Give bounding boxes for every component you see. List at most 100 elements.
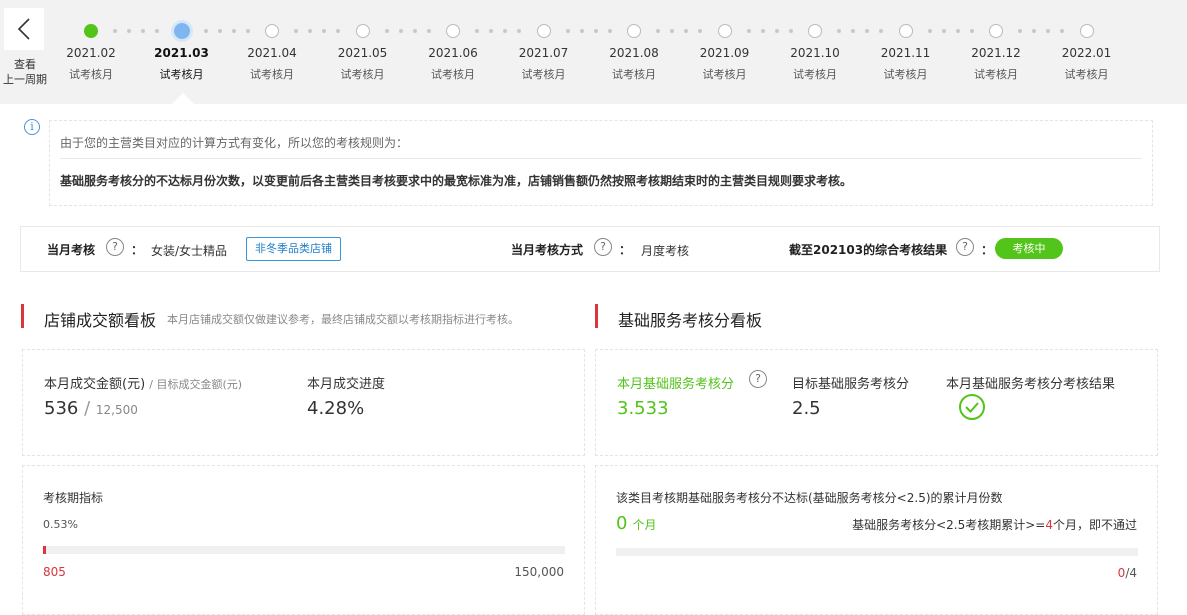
timeline-connector-dot: [684, 29, 689, 33]
cumulative-ratio: 0/4: [1118, 566, 1137, 580]
timeline-month-label[interactable]: 2021.10: [775, 46, 855, 60]
timeline-month-label[interactable]: 2021.08: [594, 46, 674, 60]
cumulative-unit: 个月: [632, 518, 657, 532]
check-circle-icon: [959, 394, 985, 420]
timeline-connector-dot: [760, 29, 765, 33]
active-period-caret: [172, 93, 194, 104]
store-sales-board-note: 本月店铺成交额仅做建议参考，最终店铺成交额以考核期指标进行考核。: [167, 313, 519, 326]
section-accent-bar: [595, 304, 598, 328]
timeline-connector-dot: [426, 29, 431, 33]
assessment-info-bar: 当月考核 ? ： 女装/女士精品 非冬季品类店铺 当月考核方式 ? ： 月度考核…: [20, 226, 1160, 272]
notice-divider: [60, 158, 1142, 159]
help-icon[interactable]: ?: [594, 238, 612, 256]
timeline-month-label[interactable]: 2021.06: [413, 46, 493, 60]
timeline-month-label[interactable]: 2021.03: [142, 46, 222, 60]
score-result-label: 本月基础服务考核分考核结果: [946, 377, 1116, 392]
timeline-month-label[interactable]: 2021.09: [685, 46, 765, 60]
timeline-connector-dot: [113, 29, 118, 33]
timeline-node-future[interactable]: [536, 24, 551, 38]
target-amount-value: 12,500: [95, 403, 138, 417]
previous-period-label-line1: 查看: [14, 58, 36, 71]
timeline-month-label[interactable]: 2021.12: [956, 46, 1036, 60]
cumulative-count: 0: [616, 513, 628, 534]
timeline-node-future[interactable]: [898, 24, 913, 38]
timeline-month-type: 试考核月: [1064, 68, 1109, 81]
previous-period-label-line2: 上一周期: [3, 73, 47, 86]
timeline-month-type: 试考核月: [159, 68, 204, 81]
timeline-node-done[interactable]: [84, 24, 98, 38]
timeline-connector-dot: [384, 29, 389, 33]
timeline-node-future[interactable]: [265, 24, 279, 38]
timeline-connector-dot: [127, 29, 132, 33]
monthly-amount-label: 本月成交金额(元): [44, 377, 146, 392]
timeline-month-label[interactable]: 2021.04: [232, 46, 312, 60]
timeline-month-label[interactable]: 2021.11: [866, 46, 946, 60]
period-current-value: 805: [43, 565, 66, 579]
timeline-connector-dot: [865, 29, 870, 33]
info-icon: i: [24, 119, 40, 135]
timeline-connector-dot: [217, 29, 222, 33]
timeline-connector-dot: [837, 29, 842, 33]
timeline-node-future[interactable]: [1079, 24, 1094, 38]
timeline-connector-dot: [879, 29, 884, 33]
period-indicator-label: 考核期指标: [43, 491, 104, 505]
timeline-connector-dot: [593, 29, 598, 33]
previous-period-label[interactable]: 查看 上一周期: [0, 57, 50, 87]
rule-change-notice: 由于您的主营类目对应的计算方式有变化，所以您的考核规则为： 基础服务考核分的不达…: [49, 120, 1153, 206]
timeline-month-label[interactable]: 2021.07: [504, 46, 584, 60]
help-icon[interactable]: ?: [956, 238, 974, 256]
timeline-month-label[interactable]: 2021.05: [323, 46, 403, 60]
timeline-month-type: 试考核月: [883, 68, 928, 81]
overall-result-label: 截至202103的综合考核结果: [789, 243, 948, 257]
assessment-method-value: 月度考核: [641, 244, 690, 258]
category-value: 女装/女士精品: [151, 244, 228, 258]
notice-intro: 由于您的主营类目对应的计算方式有变化，所以您的考核规则为：: [60, 136, 409, 150]
timeline-month-type: 试考核月: [612, 68, 656, 81]
amount-slash: /: [84, 398, 91, 419]
fail-rule: 基础服务考核分<2.5考核期累计>=4个月，即不通过: [852, 516, 1137, 533]
service-score-board-title: 基础服务考核分看板: [618, 311, 763, 330]
timeline-connector-dot: [788, 29, 793, 33]
timeline-connector-dot: [503, 29, 508, 33]
colon: ：: [981, 243, 994, 257]
timeline-connector-dot: [746, 29, 751, 33]
timeline-connector-dot: [412, 29, 417, 33]
timeline-connector-dot: [322, 29, 327, 33]
timeline-month-label[interactable]: 2022.01: [1047, 46, 1127, 60]
timeline-connector-dot: [565, 29, 570, 33]
timeline-node-future[interactable]: [627, 24, 641, 38]
section-accent-bar: [21, 304, 24, 328]
timeline-connector-dot: [336, 29, 341, 33]
timeline-node-future[interactable]: [717, 24, 732, 38]
monthly-sales-panel: 本月成交金额(元) / 目标成交金额(元) 536 / 12,500 本月成交进…: [22, 349, 585, 456]
timeline-month-label[interactable]: 2021.02: [51, 46, 131, 60]
help-icon[interactable]: ?: [106, 238, 124, 256]
period-target-value: 150,000: [514, 565, 564, 579]
status-badge: 考核中: [995, 238, 1063, 259]
monthly-amount-value: 536: [44, 398, 79, 419]
period-progress-fill: [43, 546, 46, 554]
previous-period-button[interactable]: [4, 8, 44, 50]
timeline-connector-dot: [955, 29, 960, 33]
timeline-node-future[interactable]: [446, 24, 460, 38]
monthly-progress-value: 4.28%: [307, 398, 365, 419]
timeline-connector-dot: [475, 29, 480, 33]
timeline-month-type: 试考核月: [793, 68, 837, 81]
timeline-node-future[interactable]: [808, 24, 822, 38]
cumulative-label: 该类目考核期基础服务考核分不达标(基础服务考核分<2.5)的累计月份数: [616, 491, 1003, 505]
timeline-node-future[interactable]: [989, 24, 1003, 38]
timeline-connector-dot: [308, 29, 313, 33]
service-score-panel: 本月基础服务考核分 ? 3.533 目标基础服务考核分 2.5 本月基础服务考核…: [595, 349, 1158, 456]
timeline-connector-dot: [1018, 29, 1023, 33]
timeline-month-type: 试考核月: [340, 68, 385, 81]
cumulative-ratio-total: /4: [1125, 566, 1137, 580]
help-icon[interactable]: ?: [749, 370, 767, 388]
monthly-progress-label: 本月成交进度: [307, 377, 386, 392]
timeline-node-future[interactable]: [355, 24, 370, 38]
timeline-connector-dot: [607, 29, 612, 33]
colon: ：: [131, 243, 144, 257]
timeline-node-active[interactable]: [173, 23, 190, 39]
cumulative-value-group: 0 个月: [616, 513, 657, 534]
timeline-connector-dot: [489, 29, 494, 33]
timeline-connector-dot: [141, 29, 146, 33]
